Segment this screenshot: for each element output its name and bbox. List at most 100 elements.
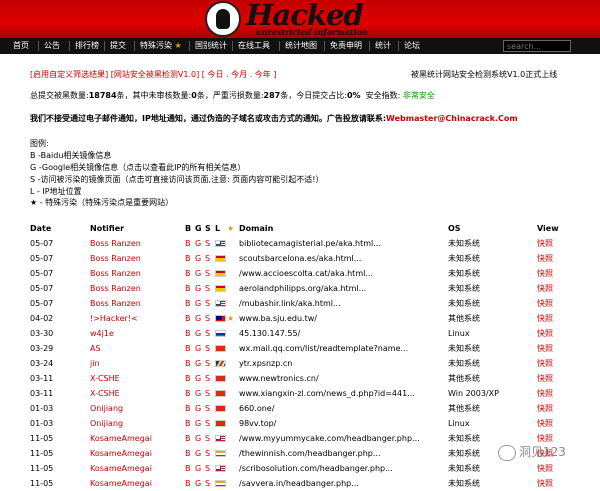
nav-special[interactable]: 特殊污染 ★ bbox=[140, 40, 182, 51]
country-flag-icon[interactable] bbox=[215, 315, 226, 322]
row-view-link[interactable]: 快照 bbox=[537, 434, 553, 443]
baidu-link[interactable]: B bbox=[185, 254, 191, 263]
row-view-link[interactable]: 快照 bbox=[537, 284, 553, 293]
google-link[interactable]: G bbox=[195, 344, 201, 353]
nav-country-stats[interactable]: 国别统计 bbox=[195, 40, 227, 51]
row-notifier-link[interactable]: KosameAmegai bbox=[90, 434, 152, 443]
baidu-link[interactable]: B bbox=[185, 329, 191, 338]
row-notifier-link[interactable]: X-CSHE bbox=[90, 374, 120, 383]
country-flag-icon[interactable] bbox=[215, 390, 226, 397]
country-flag-icon[interactable] bbox=[215, 405, 226, 412]
row-view-link[interactable]: 快照 bbox=[537, 479, 553, 488]
google-link[interactable]: G bbox=[195, 239, 201, 248]
baidu-link[interactable]: B bbox=[185, 359, 191, 368]
google-link[interactable]: G bbox=[195, 479, 201, 488]
baidu-link[interactable]: B bbox=[185, 299, 191, 308]
row-notifier-link[interactable]: AS bbox=[90, 344, 101, 353]
google-link[interactable]: G bbox=[195, 269, 201, 278]
row-notifier-link[interactable]: KosameAmegai bbox=[90, 479, 152, 488]
nav-disclaimer[interactable]: 免责申明 bbox=[330, 40, 362, 51]
snapshot-link[interactable]: S bbox=[205, 434, 210, 443]
google-link[interactable]: G bbox=[195, 299, 201, 308]
custom-filter-link[interactable]: [启用自定义筛选结果] bbox=[30, 70, 108, 79]
row-notifier-link[interactable]: Boss Ranzen bbox=[90, 254, 141, 263]
country-flag-icon[interactable] bbox=[215, 255, 226, 262]
nav-notice[interactable]: 公告 bbox=[44, 40, 60, 51]
baidu-link[interactable]: B bbox=[185, 464, 191, 473]
snapshot-link[interactable]: S bbox=[205, 449, 210, 458]
row-view-link[interactable]: 快照 bbox=[537, 419, 553, 428]
row-view-link[interactable]: 快照 bbox=[537, 239, 553, 248]
nav-stats-map[interactable]: 统计地图 bbox=[285, 40, 317, 51]
country-flag-icon[interactable] bbox=[215, 435, 226, 442]
row-notifier-link[interactable]: Boss Ranzen bbox=[90, 269, 141, 278]
country-flag-icon[interactable] bbox=[215, 465, 226, 472]
country-flag-icon[interactable] bbox=[215, 300, 226, 307]
snapshot-link[interactable]: S bbox=[205, 359, 210, 368]
country-flag-icon[interactable] bbox=[215, 360, 226, 367]
row-view-link[interactable]: 快照 bbox=[537, 329, 553, 338]
security-check-link[interactable]: [网站安全被黑检测V1.0] bbox=[111, 70, 199, 79]
snapshot-link[interactable]: S bbox=[205, 239, 210, 248]
row-view-link[interactable]: 快照 bbox=[537, 254, 553, 263]
baidu-link[interactable]: B bbox=[185, 269, 191, 278]
google-link[interactable]: G bbox=[195, 419, 201, 428]
baidu-link[interactable]: B bbox=[185, 449, 191, 458]
snapshot-link[interactable]: S bbox=[205, 464, 210, 473]
google-link[interactable]: G bbox=[195, 464, 201, 473]
country-flag-icon[interactable] bbox=[215, 375, 226, 382]
nav-stats[interactable]: 统计 bbox=[375, 40, 391, 51]
row-view-link[interactable]: 快照 bbox=[537, 464, 553, 473]
search-input[interactable] bbox=[503, 40, 571, 52]
country-flag-icon[interactable] bbox=[215, 450, 226, 457]
row-notifier-link[interactable]: !>Hacker!< bbox=[90, 314, 138, 323]
baidu-link[interactable]: B bbox=[185, 419, 191, 428]
baidu-link[interactable]: B bbox=[185, 284, 191, 293]
nav-submit[interactable]: 提交 bbox=[110, 40, 126, 51]
snapshot-link[interactable]: S bbox=[205, 254, 210, 263]
nav-forum[interactable]: 论坛 bbox=[404, 40, 420, 51]
row-notifier-link[interactable]: Boss Ranzen bbox=[90, 284, 141, 293]
row-view-link[interactable]: 快照 bbox=[537, 299, 553, 308]
baidu-link[interactable]: B bbox=[185, 344, 191, 353]
baidu-link[interactable]: B bbox=[185, 404, 191, 413]
google-link[interactable]: G bbox=[195, 449, 201, 458]
country-flag-icon[interactable] bbox=[215, 420, 226, 427]
google-link[interactable]: G bbox=[195, 434, 201, 443]
google-link[interactable]: G bbox=[195, 254, 201, 263]
snapshot-link[interactable]: S bbox=[205, 374, 210, 383]
nav-home[interactable]: 首页 bbox=[13, 40, 29, 51]
snapshot-link[interactable]: S bbox=[205, 404, 210, 413]
row-view-link[interactable]: 快照 bbox=[537, 389, 553, 398]
google-link[interactable]: G bbox=[195, 314, 201, 323]
google-link[interactable]: G bbox=[195, 284, 201, 293]
period-links[interactable]: [ 今日 . 今月 . 今年 ] bbox=[202, 70, 277, 79]
snapshot-link[interactable]: S bbox=[205, 389, 210, 398]
snapshot-link[interactable]: S bbox=[205, 329, 210, 338]
google-link[interactable]: G bbox=[195, 374, 201, 383]
google-link[interactable]: G bbox=[195, 359, 201, 368]
baidu-link[interactable]: B bbox=[185, 434, 191, 443]
snapshot-link[interactable]: S bbox=[205, 299, 210, 308]
row-view-link[interactable]: 快照 bbox=[537, 359, 553, 368]
country-flag-icon[interactable] bbox=[215, 240, 226, 247]
baidu-link[interactable]: B bbox=[185, 479, 191, 488]
nav-ranking[interactable]: 排行榜 bbox=[75, 40, 99, 51]
row-view-link[interactable]: 快照 bbox=[537, 314, 553, 323]
snapshot-link[interactable]: S bbox=[205, 344, 210, 353]
baidu-link[interactable]: B bbox=[185, 374, 191, 383]
baidu-link[interactable]: B bbox=[185, 314, 191, 323]
row-notifier-link[interactable]: KosameAmegai bbox=[90, 464, 152, 473]
row-notifier-link[interactable]: Boss Ranzen bbox=[90, 239, 141, 248]
row-notifier-link[interactable]: w4j1e bbox=[90, 329, 114, 338]
snapshot-link[interactable]: S bbox=[205, 284, 210, 293]
country-flag-icon[interactable] bbox=[215, 480, 226, 487]
snapshot-link[interactable]: S bbox=[205, 314, 210, 323]
country-flag-icon[interactable] bbox=[215, 345, 226, 352]
baidu-link[interactable]: B bbox=[185, 239, 191, 248]
snapshot-link[interactable]: S bbox=[205, 419, 210, 428]
row-notifier-link[interactable]: Boss Ranzen bbox=[90, 299, 141, 308]
baidu-link[interactable]: B bbox=[185, 389, 191, 398]
row-view-link[interactable]: 快照 bbox=[537, 344, 553, 353]
snapshot-link[interactable]: S bbox=[205, 479, 210, 488]
